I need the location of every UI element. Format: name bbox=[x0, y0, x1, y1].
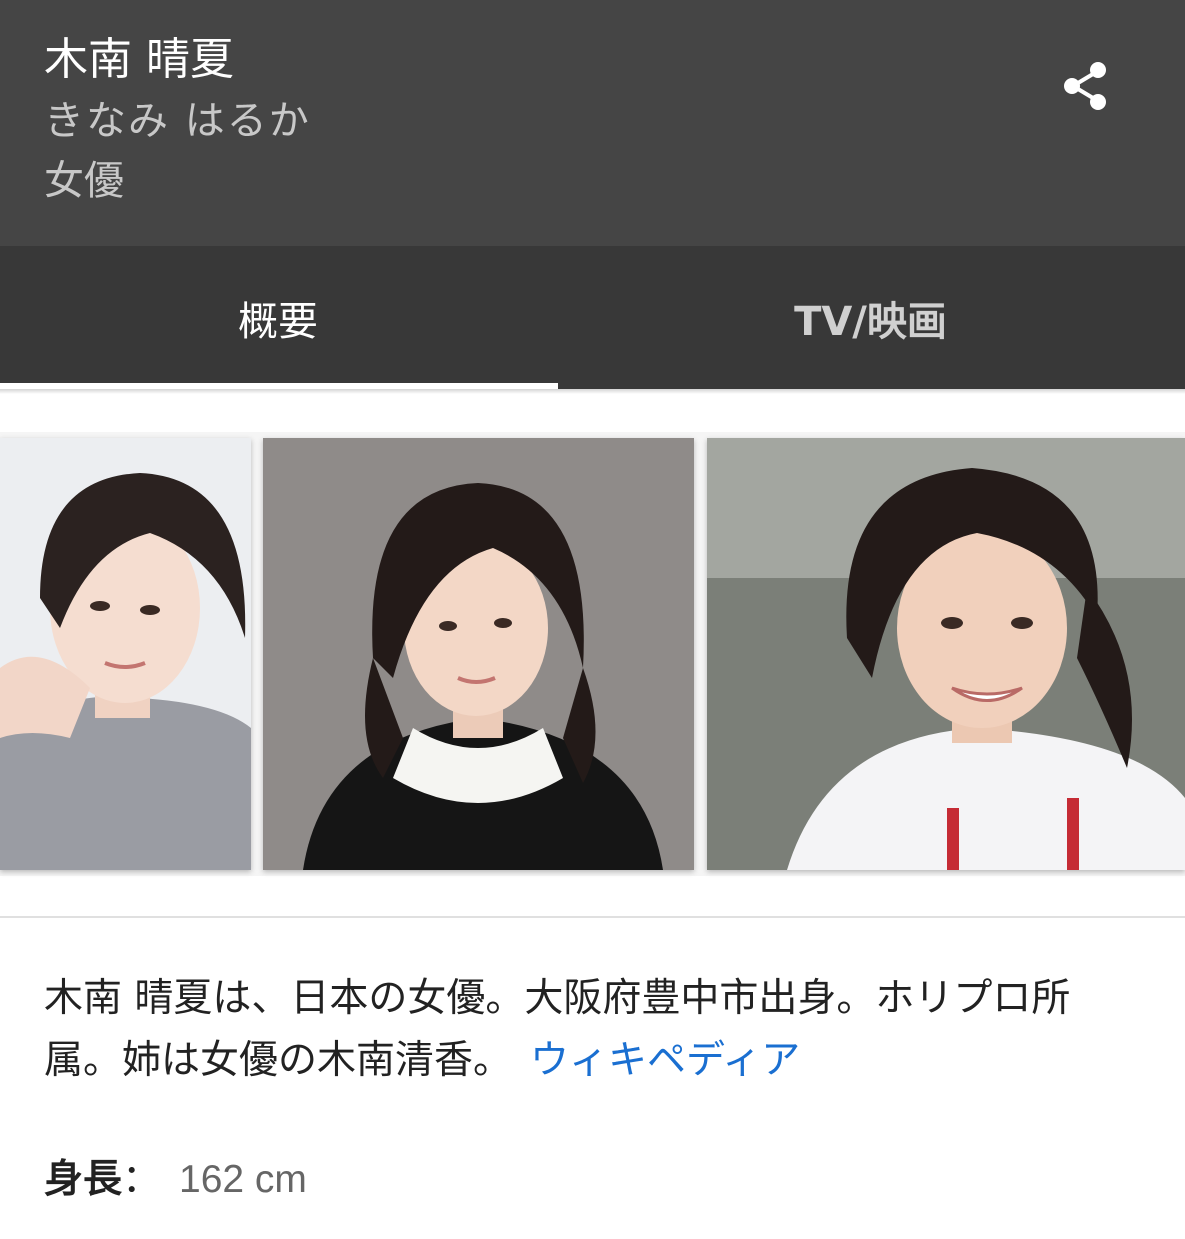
portrait-photo-3[interactable] bbox=[707, 438, 1185, 870]
knowledge-panel-header: 木南 晴夏 きなみ はるか 女優 bbox=[0, 0, 1185, 246]
entity-name: 木南 晴夏 bbox=[44, 34, 234, 85]
portrait-photo-2[interactable] bbox=[263, 438, 694, 870]
fact-label: 身長 bbox=[44, 1157, 123, 1202]
entity-occupation: 女優 bbox=[44, 158, 124, 204]
tab-bar: 概要 TV/映画 bbox=[0, 246, 1185, 389]
tab-bar-shadow bbox=[0, 389, 1185, 394]
tab-overview[interactable]: 概要 bbox=[0, 246, 556, 389]
portrait-photo-1[interactable] bbox=[0, 438, 251, 870]
fact-height: 身長： 162 cm bbox=[44, 1150, 307, 1210]
wikipedia-link[interactable]: ウィキペディア bbox=[530, 1038, 800, 1083]
tab-tv-movies[interactable]: TV/映画 bbox=[556, 246, 1185, 389]
entity-description: 木南 晴夏は、日本の女優。大阪府豊中市出身。ホリプロ所属。姉は女優の木南清香。ウ… bbox=[44, 968, 1144, 1092]
share-icon[interactable] bbox=[1056, 56, 1116, 116]
entity-reading: きなみ はるか bbox=[44, 98, 311, 144]
fact-value: 162 cm bbox=[179, 1158, 307, 1201]
section-divider bbox=[0, 916, 1185, 918]
fact-separator: ： bbox=[122, 1157, 162, 1202]
